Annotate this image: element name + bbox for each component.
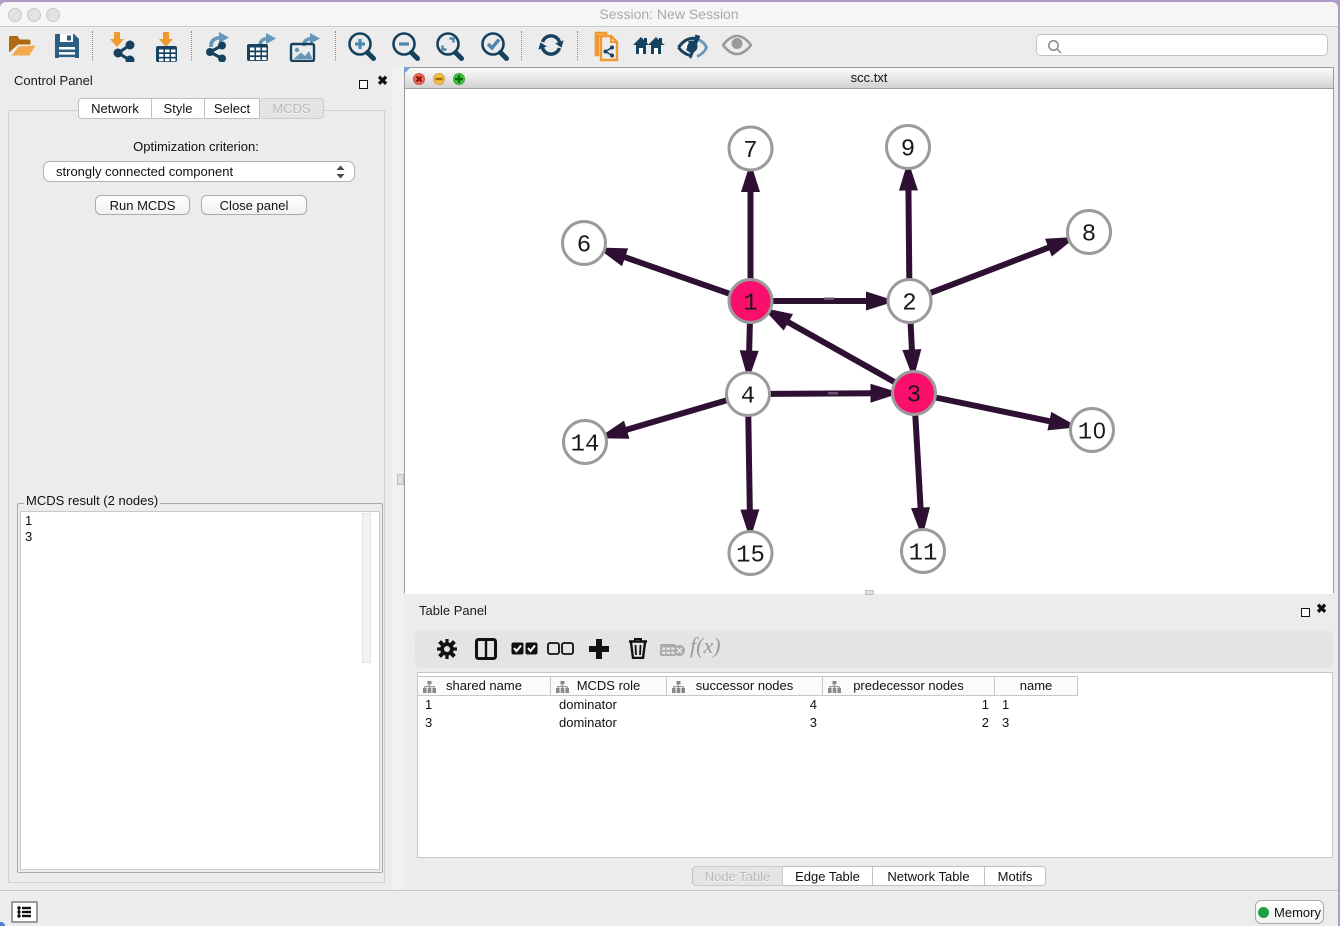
svg-text:7: 7 [743, 138, 757, 165]
svg-text:9: 9 [901, 137, 915, 164]
svg-text:0: 0 [1093, 418, 1106, 444]
svg-text:8: 8 [1082, 222, 1096, 249]
svg-text:4: 4 [741, 384, 755, 411]
svg-text:1: 1 [1078, 420, 1092, 447]
svg-text:2: 2 [902, 291, 916, 318]
svg-text:14: 14 [571, 432, 600, 459]
svg-text:3: 3 [907, 383, 921, 410]
svg-text:6: 6 [577, 233, 591, 260]
svg-text:1: 1 [743, 291, 757, 318]
svg-text:11: 11 [909, 541, 938, 568]
svg-text:15: 15 [736, 543, 765, 570]
